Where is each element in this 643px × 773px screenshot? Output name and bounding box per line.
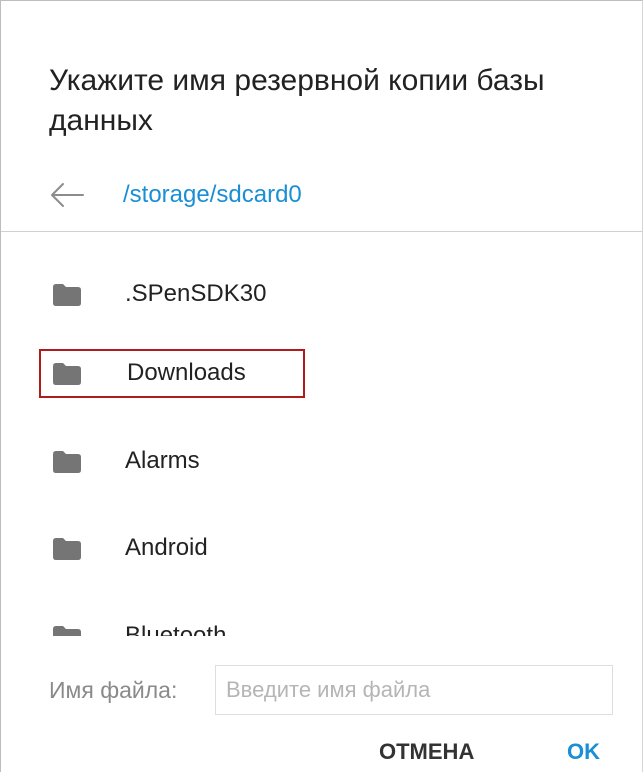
folder-item-spensdk30[interactable]: .SPenSDK30 [1, 266, 643, 326]
folder-item-alarms[interactable]: Alarms [1, 433, 643, 493]
folder-item-bluetooth[interactable]: Bluetooth [1, 608, 643, 636]
folder-label: .SPenSDK30 [125, 280, 267, 307]
folder-label: Android [125, 534, 208, 561]
current-path: /storage/sdcard0 [123, 181, 302, 208]
folder-label: Bluetooth [125, 622, 227, 636]
back-arrow-icon[interactable] [49, 181, 85, 209]
path-bar: /storage/sdcard0 [1, 161, 643, 231]
cancel-button[interactable]: ОТМЕНА [379, 739, 474, 765]
folder-icon [53, 626, 81, 636]
folder-label: Alarms [125, 447, 200, 474]
dialog: Укажите имя резервной копии базы данных … [0, 0, 643, 772]
filename-label: Имя файла: [49, 677, 178, 703]
folder-list[interactable]: .SPenSDK30 Downloads Alarms Android Blue [1, 232, 643, 636]
folder-icon [53, 284, 81, 306]
folder-icon [53, 538, 81, 560]
ok-button[interactable]: OK [567, 739, 600, 765]
dialog-title: Укажите имя резервной копии базы данных [49, 64, 545, 137]
selection-highlight [39, 349, 305, 398]
folder-item-android[interactable]: Android [1, 520, 643, 580]
folder-icon [53, 451, 81, 473]
filename-input[interactable] [215, 665, 613, 715]
